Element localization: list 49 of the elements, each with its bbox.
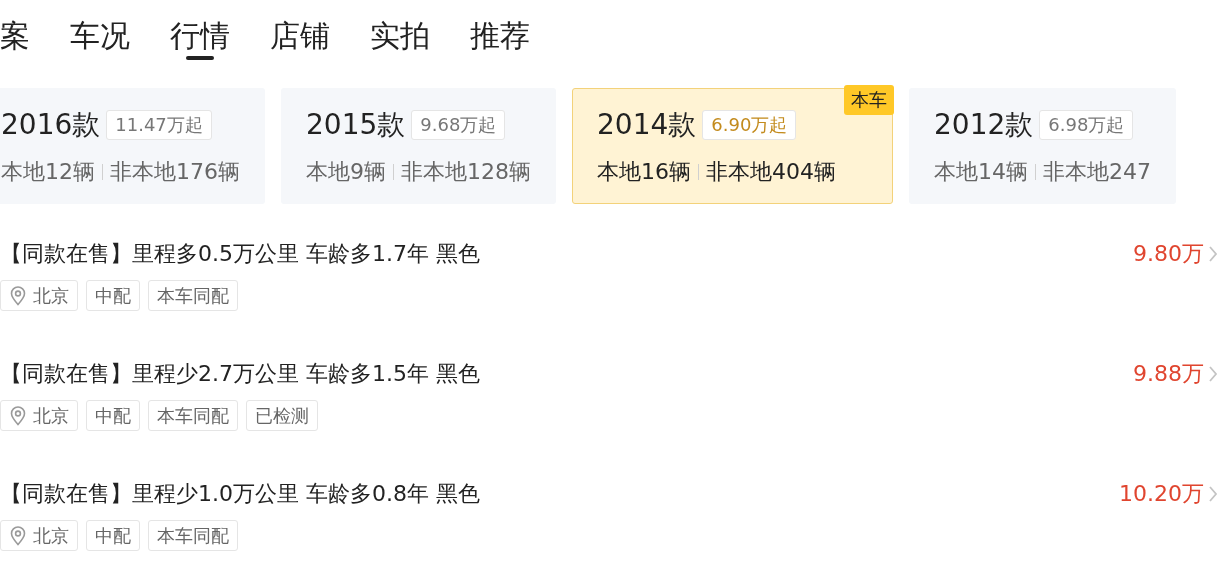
feature-tag: 本车同配 xyxy=(148,400,238,431)
tab[interactable]: 行情 xyxy=(170,16,230,60)
model-year: 2014款 xyxy=(597,107,697,143)
location-pin-icon xyxy=(9,405,27,426)
feature-tag: 本车同配 xyxy=(148,520,238,551)
model-year-card[interactable]: 2012款 6.98万起 本地14辆 非本地247 xyxy=(909,88,1176,204)
nonlocal-count: 非本地404辆 xyxy=(706,158,836,186)
chevron-right-icon xyxy=(1208,245,1218,263)
listing-price: 10.20万 xyxy=(1119,480,1204,508)
feature-tag: 中配 xyxy=(86,520,140,551)
chevron-right-icon xyxy=(1208,485,1218,503)
model-year-card[interactable]: 2016款 11.47万起 本地12辆 非本地176辆 xyxy=(0,88,265,204)
feature-tag: 中配 xyxy=(86,280,140,311)
location-tag: 北京 xyxy=(0,280,78,311)
starting-price-tag: 9.68万起 xyxy=(411,110,506,140)
listing-price: 9.80万 xyxy=(1133,240,1204,268)
nonlocal-count: 非本地128辆 xyxy=(401,158,531,186)
listing-price: 9.88万 xyxy=(1133,360,1204,388)
location-pin-icon xyxy=(9,525,27,546)
location-tag: 北京 xyxy=(0,400,78,431)
tab[interactable]: 实拍 xyxy=(370,16,430,60)
local-count: 本地16辆 xyxy=(597,158,691,186)
model-year: 2012款 xyxy=(934,107,1034,143)
model-year-card[interactable]: 2014款 6.90万起 本地16辆 非本地404辆 本车 xyxy=(572,88,893,204)
tab[interactable]: 推荐 xyxy=(470,16,530,60)
local-count: 本地12辆 xyxy=(1,158,95,186)
local-count: 本地9辆 xyxy=(306,158,386,186)
listing-title[interactable]: 【同款在售】里程少1.0万公里 车龄多0.8年 黑色 xyxy=(0,479,480,509)
tab[interactable]: 车况 xyxy=(70,16,130,60)
starting-price-tag: 11.47万起 xyxy=(106,110,212,140)
location-pin-icon xyxy=(9,285,27,306)
listing-title[interactable]: 【同款在售】里程少2.7万公里 车龄多1.5年 黑色 xyxy=(0,359,480,389)
location-tag: 北京 xyxy=(0,520,78,551)
chevron-right-icon xyxy=(1208,365,1218,383)
current-car-badge: 本车 xyxy=(844,85,894,115)
feature-tag: 本车同配 xyxy=(148,280,238,311)
model-year: 2016款 xyxy=(1,107,101,143)
starting-price-tag: 6.98万起 xyxy=(1039,110,1134,140)
tab[interactable]: 案 xyxy=(0,16,30,60)
tab[interactable]: 店铺 xyxy=(270,16,330,60)
model-year: 2015款 xyxy=(306,107,406,143)
starting-price-tag: 6.90万起 xyxy=(702,110,797,140)
feature-tag: 中配 xyxy=(86,400,140,431)
listing-title[interactable]: 【同款在售】里程多0.5万公里 车龄多1.7年 黑色 xyxy=(0,239,480,269)
feature-tag: 已检测 xyxy=(246,400,318,431)
local-count: 本地14辆 xyxy=(934,158,1028,186)
nonlocal-count: 非本地247 xyxy=(1043,158,1151,186)
model-year-card[interactable]: 2015款 9.68万起 本地9辆 非本地128辆 xyxy=(281,88,556,204)
nonlocal-count: 非本地176辆 xyxy=(110,158,240,186)
